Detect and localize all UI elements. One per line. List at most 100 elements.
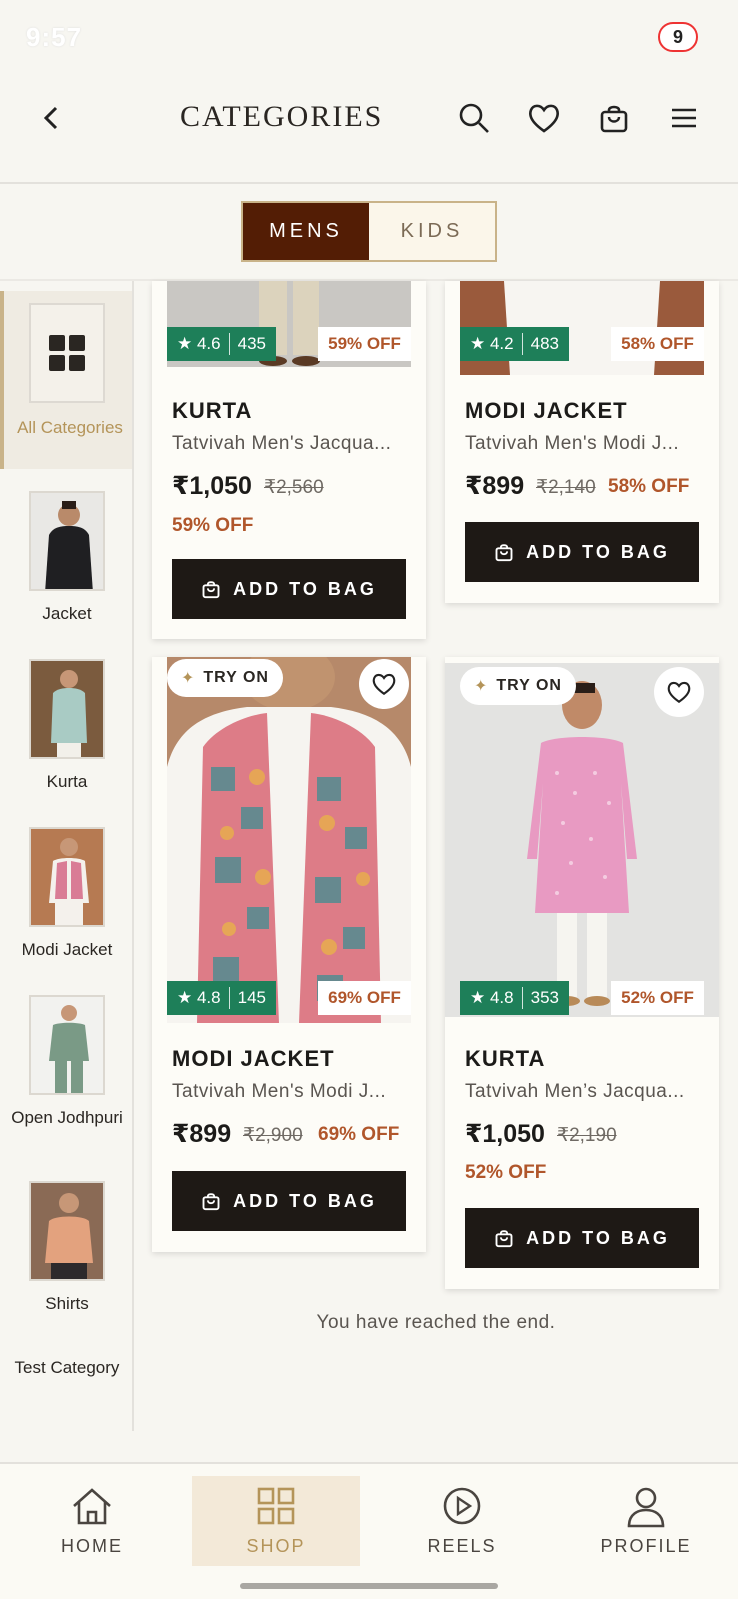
try-on-badge[interactable]: ✦ TRY ON bbox=[167, 659, 283, 697]
modi-jacket-thumbnail bbox=[29, 827, 105, 927]
battery-indicator: 9 bbox=[658, 22, 698, 52]
add-to-bag-button[interactable]: ADD TO BAG bbox=[465, 1208, 699, 1268]
product-name: Tatvivah Men's Modi J... bbox=[172, 1081, 387, 1102]
sidebar-item-label: Test Category bbox=[14, 1358, 120, 1377]
product-discount: 59% OFF bbox=[172, 515, 254, 536]
end-of-list-message: You have reached the end. bbox=[316, 1312, 556, 1333]
product-name: Tatvivah Men's Modi J... bbox=[465, 433, 680, 454]
bottom-nav: HOME SHOP REELS PROFILE bbox=[0, 1462, 738, 1599]
jacket-thumbnail bbox=[29, 491, 105, 591]
rating-value: 4.8 bbox=[196, 988, 221, 1007]
play-icon bbox=[378, 1486, 546, 1526]
add-to-bag-button[interactable]: ADD TO BAG bbox=[172, 559, 406, 619]
wishlist-icon[interactable] bbox=[522, 96, 566, 140]
back-icon[interactable] bbox=[30, 96, 74, 140]
add-to-bag-label: ADD TO BAG bbox=[233, 1190, 377, 1211]
gender-toggle: MENS KIDS bbox=[241, 201, 497, 262]
star-icon: ★ bbox=[470, 334, 490, 353]
star-icon: ★ bbox=[177, 334, 197, 353]
status-time: 9:57 bbox=[26, 22, 83, 52]
menu-icon[interactable] bbox=[662, 96, 706, 140]
nav-reels[interactable]: REELS bbox=[378, 1476, 546, 1566]
bag-icon bbox=[495, 1230, 513, 1248]
try-on-badge[interactable]: ✦ TRY ON bbox=[460, 667, 576, 705]
add-to-bag-button[interactable]: ADD TO BAG bbox=[465, 522, 699, 582]
tab-kids[interactable]: KIDS bbox=[369, 203, 495, 260]
status-bar: 9:57 9 bbox=[0, 0, 738, 68]
all-categories-icon bbox=[29, 303, 105, 403]
product-price: ₹899 bbox=[172, 1120, 232, 1148]
star-icon: ★ bbox=[177, 988, 197, 1007]
sidebar-item-label: Shirts bbox=[45, 1294, 89, 1313]
product-mrp: ₹2,560 bbox=[264, 477, 324, 498]
try-on-label: TRY ON bbox=[203, 669, 269, 686]
bag-icon[interactable] bbox=[592, 96, 636, 140]
product-mrp: ₹2,900 bbox=[243, 1125, 303, 1146]
product-mrp: ₹2,140 bbox=[536, 477, 596, 498]
nav-shop[interactable]: SHOP bbox=[192, 1476, 360, 1566]
review-count: 145 bbox=[237, 988, 266, 1007]
bag-icon bbox=[202, 1193, 220, 1211]
product-category: KURTA bbox=[172, 398, 253, 423]
product-discount: 52% OFF bbox=[465, 1162, 547, 1183]
product-card[interactable]: ★ 4.2 483 58% OFF MODI JACKET Tatvivah Me… bbox=[445, 281, 719, 603]
product-category: MODI JACKET bbox=[465, 398, 628, 423]
product-card[interactable]: ✦ TRY ON ★ 4.8 145 69% OFF MODI JACKET Tat… bbox=[152, 657, 426, 1252]
product-discount: 58% OFF bbox=[608, 476, 690, 497]
nav-label: REELS bbox=[427, 1536, 497, 1556]
home-icon bbox=[8, 1486, 176, 1526]
discount-badge: 69% OFF bbox=[318, 981, 411, 1015]
person-icon bbox=[562, 1486, 730, 1528]
rating-value: 4.2 bbox=[489, 334, 514, 353]
product-card[interactable]: ★ 4.6 435 59% OFF KURTA Tatvivah Men's Ja… bbox=[152, 281, 426, 639]
grid-icon bbox=[192, 1486, 360, 1526]
product-price: ₹899 bbox=[465, 472, 525, 500]
rating-badge: ★ 4.8 145 bbox=[167, 981, 276, 1015]
sidebar-item-label: Kurta bbox=[46, 772, 88, 791]
nav-home[interactable]: HOME bbox=[8, 1476, 176, 1566]
kurta-thumbnail bbox=[29, 659, 105, 759]
wishlist-heart-icon[interactable] bbox=[654, 667, 704, 717]
category-sidebar: All Categories Jacket Kurta Modi Jacket … bbox=[0, 281, 134, 1431]
sidebar-item-label: Open Jodhpuri bbox=[11, 1108, 123, 1127]
try-on-label: TRY ON bbox=[496, 677, 562, 694]
nav-profile[interactable]: PROFILE bbox=[562, 1476, 730, 1566]
search-icon[interactable] bbox=[452, 96, 496, 140]
add-to-bag-label: ADD TO BAG bbox=[526, 541, 670, 562]
wishlist-heart-icon[interactable] bbox=[359, 659, 409, 709]
review-count: 353 bbox=[530, 988, 559, 1007]
product-price: ₹1,050 bbox=[465, 1120, 545, 1148]
discount-badge: 52% OFF bbox=[611, 981, 704, 1015]
sidebar-item-label: Jacket bbox=[42, 604, 92, 623]
product-image[interactable] bbox=[167, 657, 411, 1023]
product-discount: 69% OFF bbox=[318, 1124, 400, 1145]
nav-label: HOME bbox=[61, 1536, 123, 1556]
product-name: Tatvivah Men’s Jacqua... bbox=[465, 1081, 685, 1102]
star-icon: ★ bbox=[470, 988, 490, 1007]
shirts-thumbnail bbox=[29, 1181, 105, 1281]
nav-label: PROFILE bbox=[600, 1536, 692, 1556]
product-mrp: ₹2,190 bbox=[557, 1125, 617, 1146]
add-to-bag-label: ADD TO BAG bbox=[233, 578, 377, 599]
nav-label: SHOP bbox=[246, 1536, 306, 1556]
rating-badge: ★ 4.2 483 bbox=[460, 327, 569, 361]
review-count: 483 bbox=[530, 334, 559, 353]
rating-value: 4.8 bbox=[489, 988, 514, 1007]
page-title: CATEGORIES bbox=[180, 100, 384, 133]
product-price: ₹1,050 bbox=[172, 472, 252, 500]
product-category: KURTA bbox=[465, 1046, 546, 1071]
rating-badge: ★ 4.8 353 bbox=[460, 981, 569, 1015]
bag-icon bbox=[495, 544, 513, 562]
product-card[interactable]: ✦ TRY ON ★ 4.8 353 52% OFF KURTA Tatvivah … bbox=[445, 657, 719, 1289]
home-indicator[interactable] bbox=[240, 1583, 498, 1589]
rating-badge: ★ 4.6 435 bbox=[167, 327, 276, 361]
sidebar-item-all-categories[interactable]: All Categories bbox=[0, 291, 132, 469]
sidebar-item-label: All Categories bbox=[17, 418, 123, 437]
rating-value: 4.6 bbox=[196, 334, 221, 353]
review-count: 435 bbox=[237, 334, 266, 353]
add-to-bag-button[interactable]: ADD TO BAG bbox=[172, 1171, 406, 1231]
product-category: MODI JACKET bbox=[172, 1046, 335, 1071]
tab-mens[interactable]: MENS bbox=[243, 203, 369, 260]
discount-badge: 59% OFF bbox=[318, 327, 411, 361]
add-to-bag-label: ADD TO BAG bbox=[526, 1227, 670, 1248]
